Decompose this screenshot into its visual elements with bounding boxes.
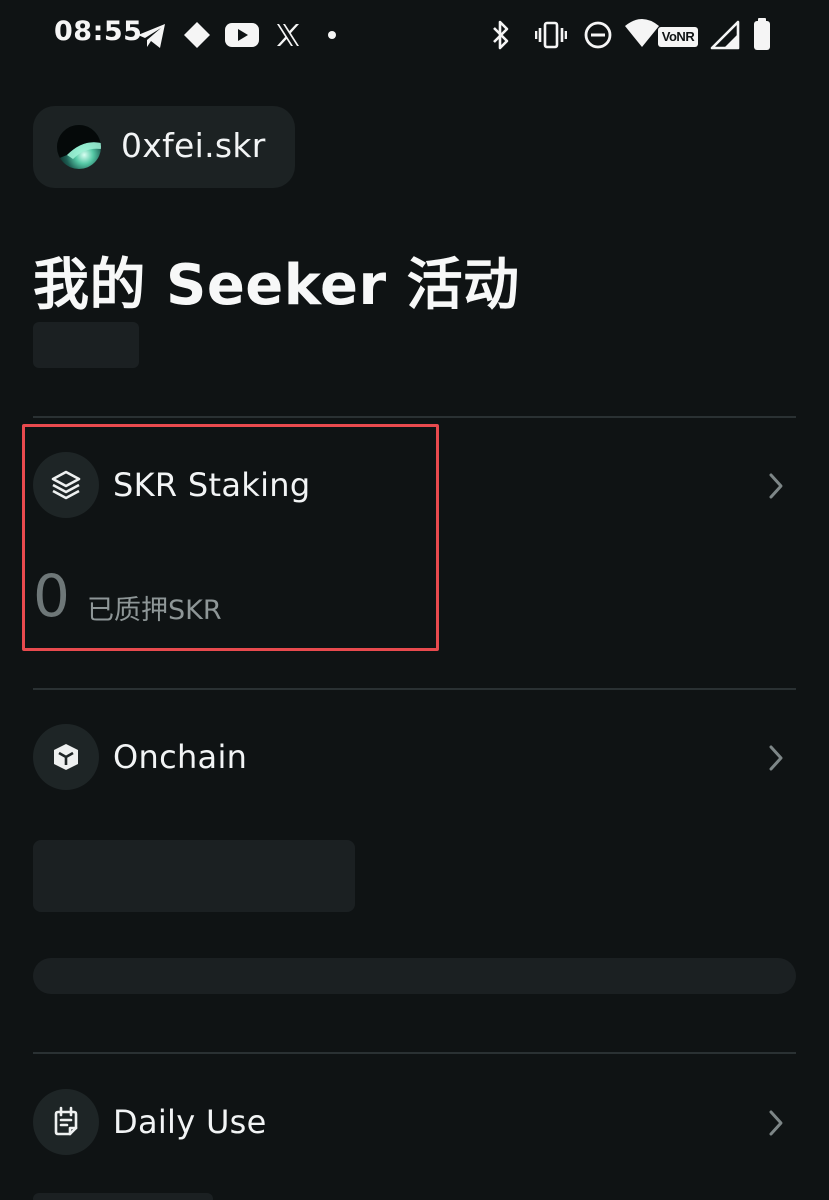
do-not-disturb-icon <box>584 21 612 49</box>
status-bar: 08:55 VoNR <box>0 0 829 72</box>
layers-icon <box>51 470 81 500</box>
divider <box>33 416 796 418</box>
loading-skeleton <box>33 1193 213 1200</box>
section-label: Onchain <box>113 738 248 776</box>
wifi-icon <box>625 19 659 47</box>
network-badge: VoNR <box>658 27 698 47</box>
telegram-icon <box>138 24 165 48</box>
section-skr-staking[interactable]: SKR Staking <box>33 452 796 522</box>
status-time: 08:55 <box>54 16 143 47</box>
section-icon <box>33 1089 99 1155</box>
section-icon <box>33 724 99 790</box>
section-onchain[interactable]: Onchain <box>33 724 796 794</box>
dot-icon <box>328 31 336 39</box>
loading-skeleton <box>33 840 355 912</box>
divider <box>33 1052 796 1054</box>
chevron-right-icon[interactable] <box>768 1109 784 1137</box>
staked-label: 已质押SKR <box>87 595 222 626</box>
loading-skeleton <box>33 322 139 368</box>
staked-value: 0 <box>33 562 70 630</box>
diamond-icon <box>184 22 210 48</box>
bluetooth-icon <box>493 20 509 50</box>
section-label: Daily Use <box>113 1103 267 1141</box>
section-label: SKR Staking <box>113 466 311 504</box>
screen: 08:55 VoNR 0xfei.skr 我的 Seeker 活动 SKR St… <box>0 0 829 1200</box>
x-icon <box>277 24 299 46</box>
battery-icon <box>754 18 770 50</box>
account-name: 0xfei.skr <box>121 126 266 165</box>
account-chip[interactable]: 0xfei.skr <box>33 106 295 188</box>
page-title: 我的 Seeker 活动 <box>33 253 520 318</box>
section-icon <box>33 452 99 518</box>
signal-icon <box>710 20 740 50</box>
avatar-art <box>57 125 101 159</box>
loading-skeleton <box>33 958 796 994</box>
section-daily-use[interactable]: Daily Use <box>33 1089 796 1159</box>
chevron-right-icon[interactable] <box>768 744 784 772</box>
vibrate-icon <box>535 21 567 49</box>
avatar <box>57 125 101 169</box>
calendar-icon <box>54 1106 78 1136</box>
cube-icon <box>54 744 78 770</box>
divider <box>33 688 796 690</box>
chevron-right-icon[interactable] <box>768 472 784 500</box>
youtube-icon <box>225 23 259 47</box>
